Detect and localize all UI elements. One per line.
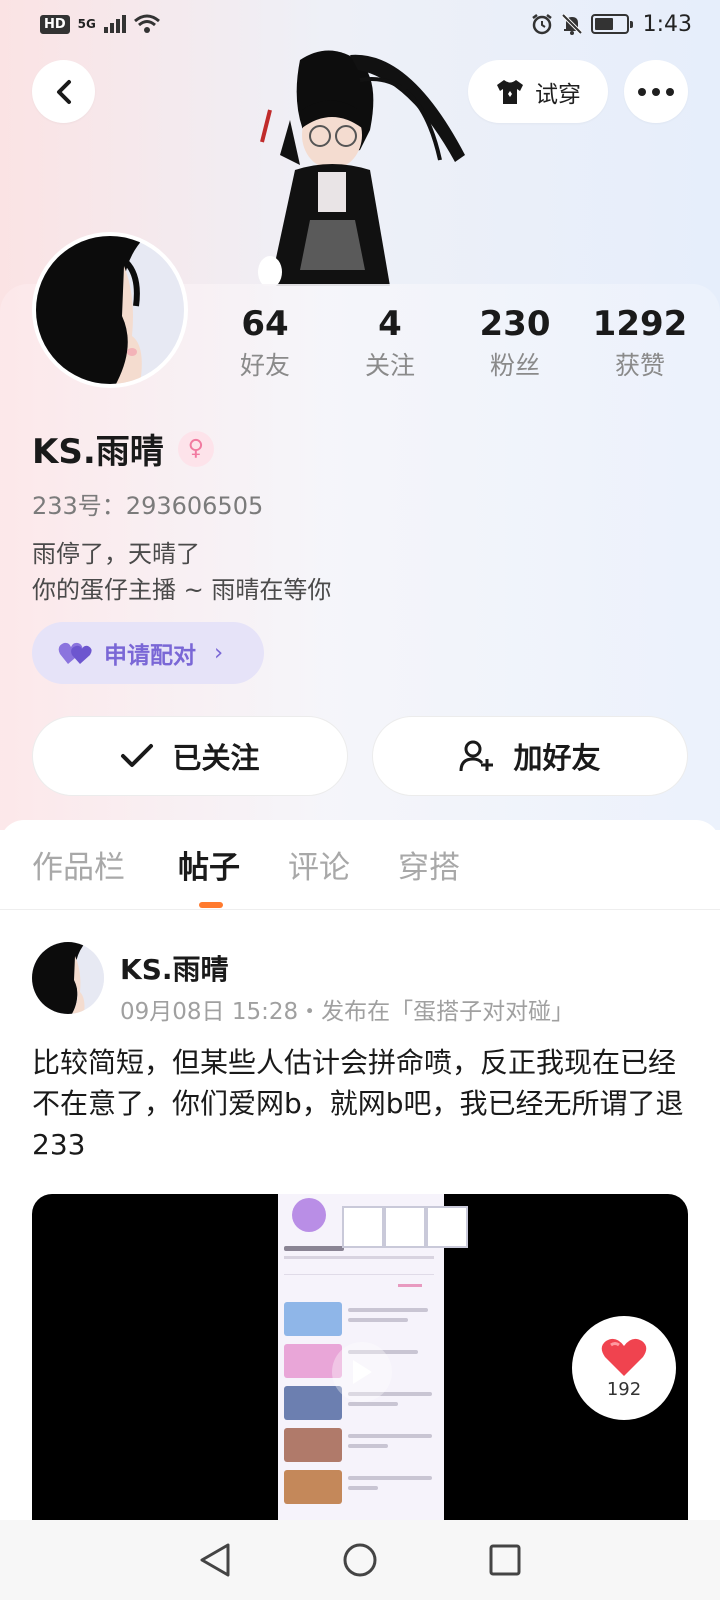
more-dots-icon bbox=[638, 87, 674, 96]
tab-works[interactable]: 作品栏 bbox=[32, 842, 125, 887]
avatar-image bbox=[32, 942, 104, 1014]
female-gender-icon: ♀ bbox=[177, 430, 214, 467]
bio: 雨停了，天晴了 你的蛋仔主播 ~ 雨晴在等你 bbox=[32, 536, 331, 608]
avatar-image bbox=[36, 236, 184, 384]
tab-comments[interactable]: 评论 bbox=[288, 842, 350, 887]
alarm-icon bbox=[531, 14, 552, 35]
status-right: 1:43 bbox=[531, 12, 692, 37]
nav-home-icon[interactable] bbox=[342, 1542, 378, 1578]
add-friend-button[interactable]: 加好友 bbox=[372, 716, 688, 796]
following-label: 已关注 bbox=[172, 741, 260, 775]
checkmark-icon bbox=[121, 744, 154, 767]
stat-fans[interactable]: 230 粉丝 bbox=[455, 302, 575, 392]
signal-icon bbox=[103, 15, 126, 33]
play-button[interactable] bbox=[332, 1342, 392, 1402]
post-meta: 09月08日 15:28・发布在「蛋搭子对对碰」 bbox=[120, 999, 575, 1025]
add-friend-label: 加好友 bbox=[513, 741, 601, 775]
post-text[interactable]: 比较简短，但某些人估计会拼命喷，反正我现在已经不在意了，你们爱网b，就网b吧，我… bbox=[32, 1042, 692, 1165]
shirt-icon bbox=[497, 79, 523, 104]
add-person-icon bbox=[459, 740, 494, 772]
profile-stats: 64 好友 4 关注 230 粉丝 1292 获赞 bbox=[205, 302, 700, 392]
stat-label: 获赞 bbox=[614, 351, 665, 380]
heart-pair-icon bbox=[58, 642, 92, 664]
status-left: HD 5G bbox=[40, 14, 160, 34]
play-icon bbox=[353, 1360, 372, 1384]
tab-posts[interactable]: 帖子 bbox=[178, 842, 240, 887]
avatar-3d-figure bbox=[258, 50, 465, 286]
stat-value: 4 bbox=[378, 304, 402, 344]
back-arrow-icon bbox=[56, 79, 71, 104]
stat-likes[interactable]: 1292 获赞 bbox=[580, 302, 700, 392]
user-id[interactable]: 233号：293606505 bbox=[32, 486, 263, 521]
stat-label: 好友 bbox=[239, 351, 290, 380]
hd-badge: HD bbox=[40, 14, 70, 34]
username: KS.雨晴 bbox=[32, 432, 164, 472]
try-on-label: 试穿 bbox=[535, 81, 581, 108]
more-button[interactable] bbox=[624, 60, 688, 123]
chevron-right-icon: › bbox=[214, 640, 224, 666]
stat-value: 64 bbox=[241, 304, 289, 344]
bio-line-2: 你的蛋仔主播 ~ 雨晴在等你 bbox=[32, 576, 332, 604]
nav-recents-icon[interactable] bbox=[488, 1543, 522, 1577]
stat-friends[interactable]: 64 好友 bbox=[205, 302, 325, 392]
clock: 1:43 bbox=[642, 11, 692, 37]
profile-avatar[interactable] bbox=[32, 232, 188, 388]
video-frame-boxes bbox=[342, 1206, 468, 1248]
try-on-button[interactable]: 试穿 bbox=[468, 60, 608, 123]
heart-icon bbox=[601, 1338, 647, 1376]
system-navigation-bar bbox=[0, 1520, 720, 1600]
stat-following[interactable]: 4 关注 bbox=[330, 302, 450, 392]
stat-label: 关注 bbox=[364, 351, 415, 380]
stat-label: 粉丝 bbox=[489, 351, 540, 380]
network-type: 5G bbox=[77, 16, 96, 31]
apply-pair-button[interactable]: 申请配对 › bbox=[32, 622, 264, 684]
wifi-icon bbox=[133, 14, 160, 33]
username-row: KS.雨晴 ♀ bbox=[32, 424, 214, 473]
tab-bar: 作品栏 帖子 评论 穿搭 bbox=[0, 820, 720, 910]
post-author-avatar[interactable] bbox=[32, 942, 104, 1014]
active-tab-indicator bbox=[199, 902, 223, 908]
bio-line-1: 雨停了，天晴了 bbox=[32, 540, 200, 568]
post-author-name[interactable]: KS.雨晴 bbox=[120, 948, 229, 988]
mute-bell-icon bbox=[561, 13, 583, 35]
like-count: 192 bbox=[606, 1378, 642, 1400]
nav-back-icon[interactable] bbox=[198, 1542, 232, 1578]
like-button[interactable]: 192 bbox=[572, 1316, 676, 1420]
stat-value: 1292 bbox=[592, 304, 688, 344]
back-button[interactable] bbox=[32, 60, 95, 123]
tab-outfits[interactable]: 穿搭 bbox=[398, 842, 460, 887]
battery-icon bbox=[590, 14, 633, 34]
following-button[interactable]: 已关注 bbox=[32, 716, 348, 796]
stat-value: 230 bbox=[479, 304, 551, 344]
apply-pair-label: 申请配对 bbox=[104, 643, 196, 669]
